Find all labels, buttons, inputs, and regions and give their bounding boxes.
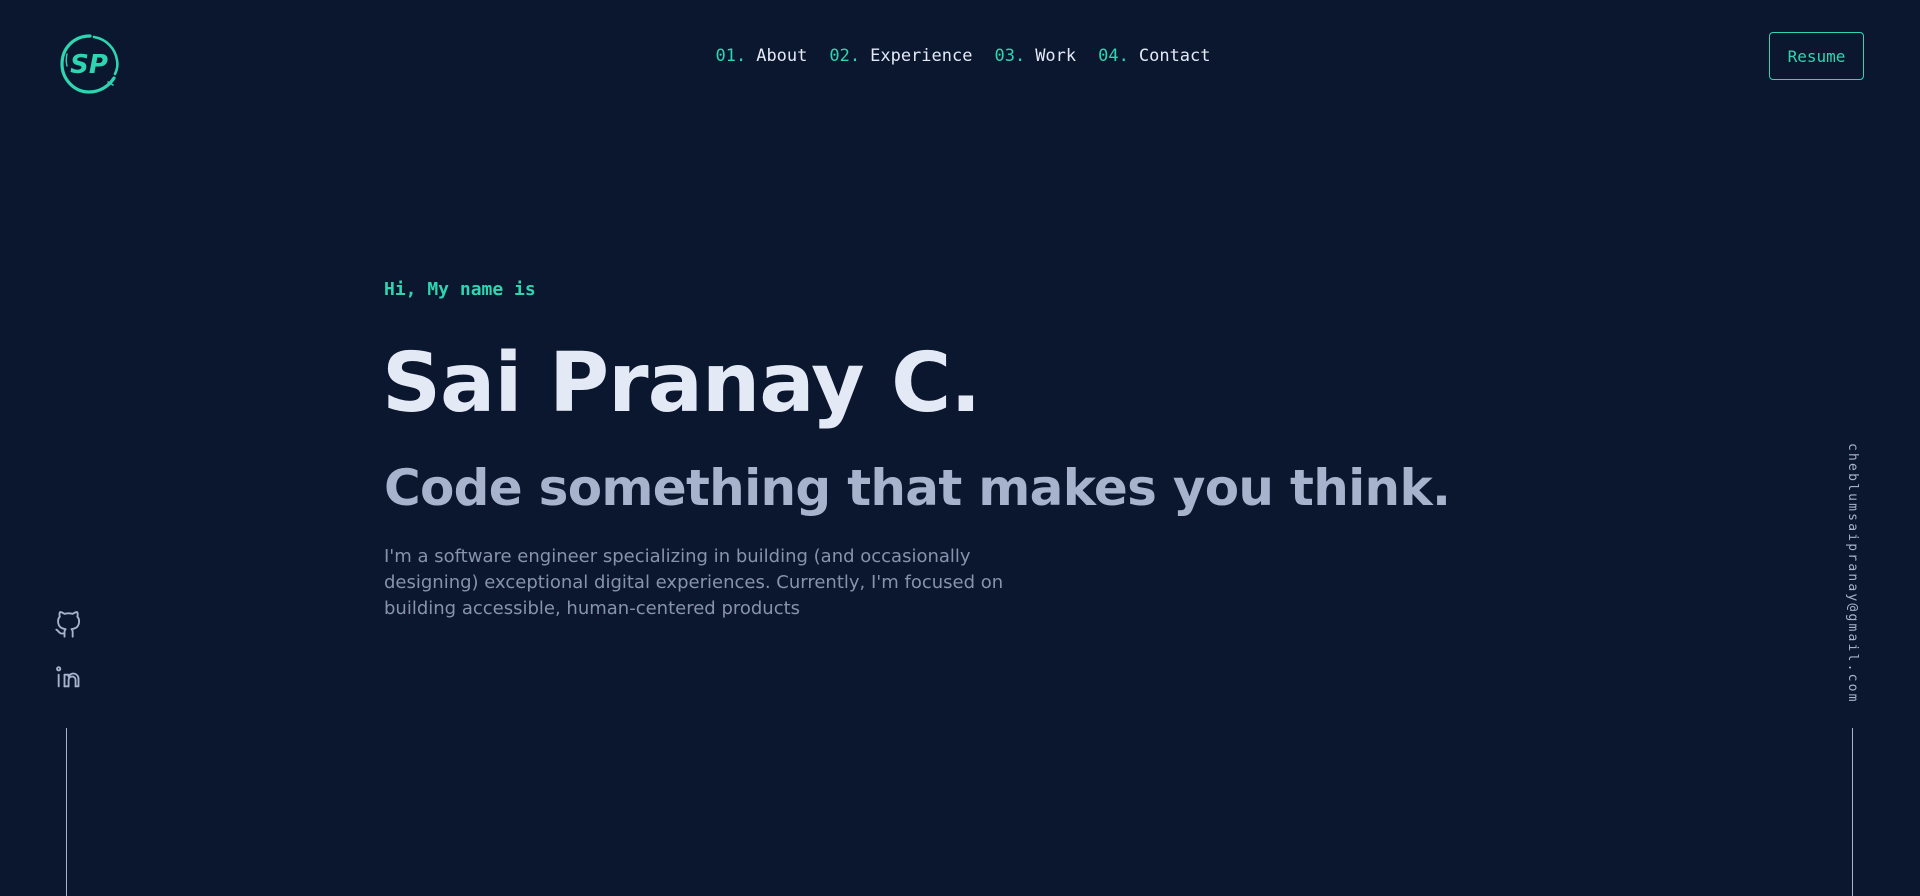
right-rail-line: [1852, 728, 1853, 896]
nav-label: Experience: [870, 46, 973, 66]
nav-item-contact[interactable]: 04. Contact: [1098, 45, 1210, 67]
hero-name: Sai Pranay C.: [382, 336, 981, 431]
github-link[interactable]: [54, 611, 82, 639]
nav-label: Work: [1035, 46, 1077, 66]
nav-item-about[interactable]: 01. About: [715, 45, 807, 67]
nav-label: About: [756, 46, 808, 66]
nav-number: 04.: [1098, 46, 1129, 66]
linkedin-icon: [56, 666, 80, 688]
portfolio-page: SP 01. About 02. Experience 03. Work 04.…: [0, 0, 1920, 896]
nav-number: 01.: [715, 46, 747, 66]
hero-tagline: Code something that makes you think.: [384, 459, 1451, 517]
left-rail-line: [66, 728, 67, 896]
hero-bio: I'm a software engineer specializing in …: [384, 546, 1004, 619]
main-nav: 01. About 02. Experience 03. Work 04. Co…: [0, 45, 1920, 67]
github-icon: [55, 611, 81, 638]
linkedin-link[interactable]: [54, 663, 82, 691]
nav-number: 03.: [994, 46, 1026, 66]
nav-item-work[interactable]: 03. Work: [994, 45, 1076, 67]
hero-greeting: Hi, My name is: [384, 279, 536, 300]
nav-item-experience[interactable]: 02. Experience: [829, 45, 972, 67]
email-link[interactable]: cheblumsaipranay@gmail.com: [1840, 443, 1864, 704]
nav-number: 02.: [829, 46, 861, 66]
social-links: [54, 611, 82, 691]
resume-button[interactable]: Resume: [1769, 32, 1864, 80]
nav-label: Contact: [1138, 46, 1211, 66]
